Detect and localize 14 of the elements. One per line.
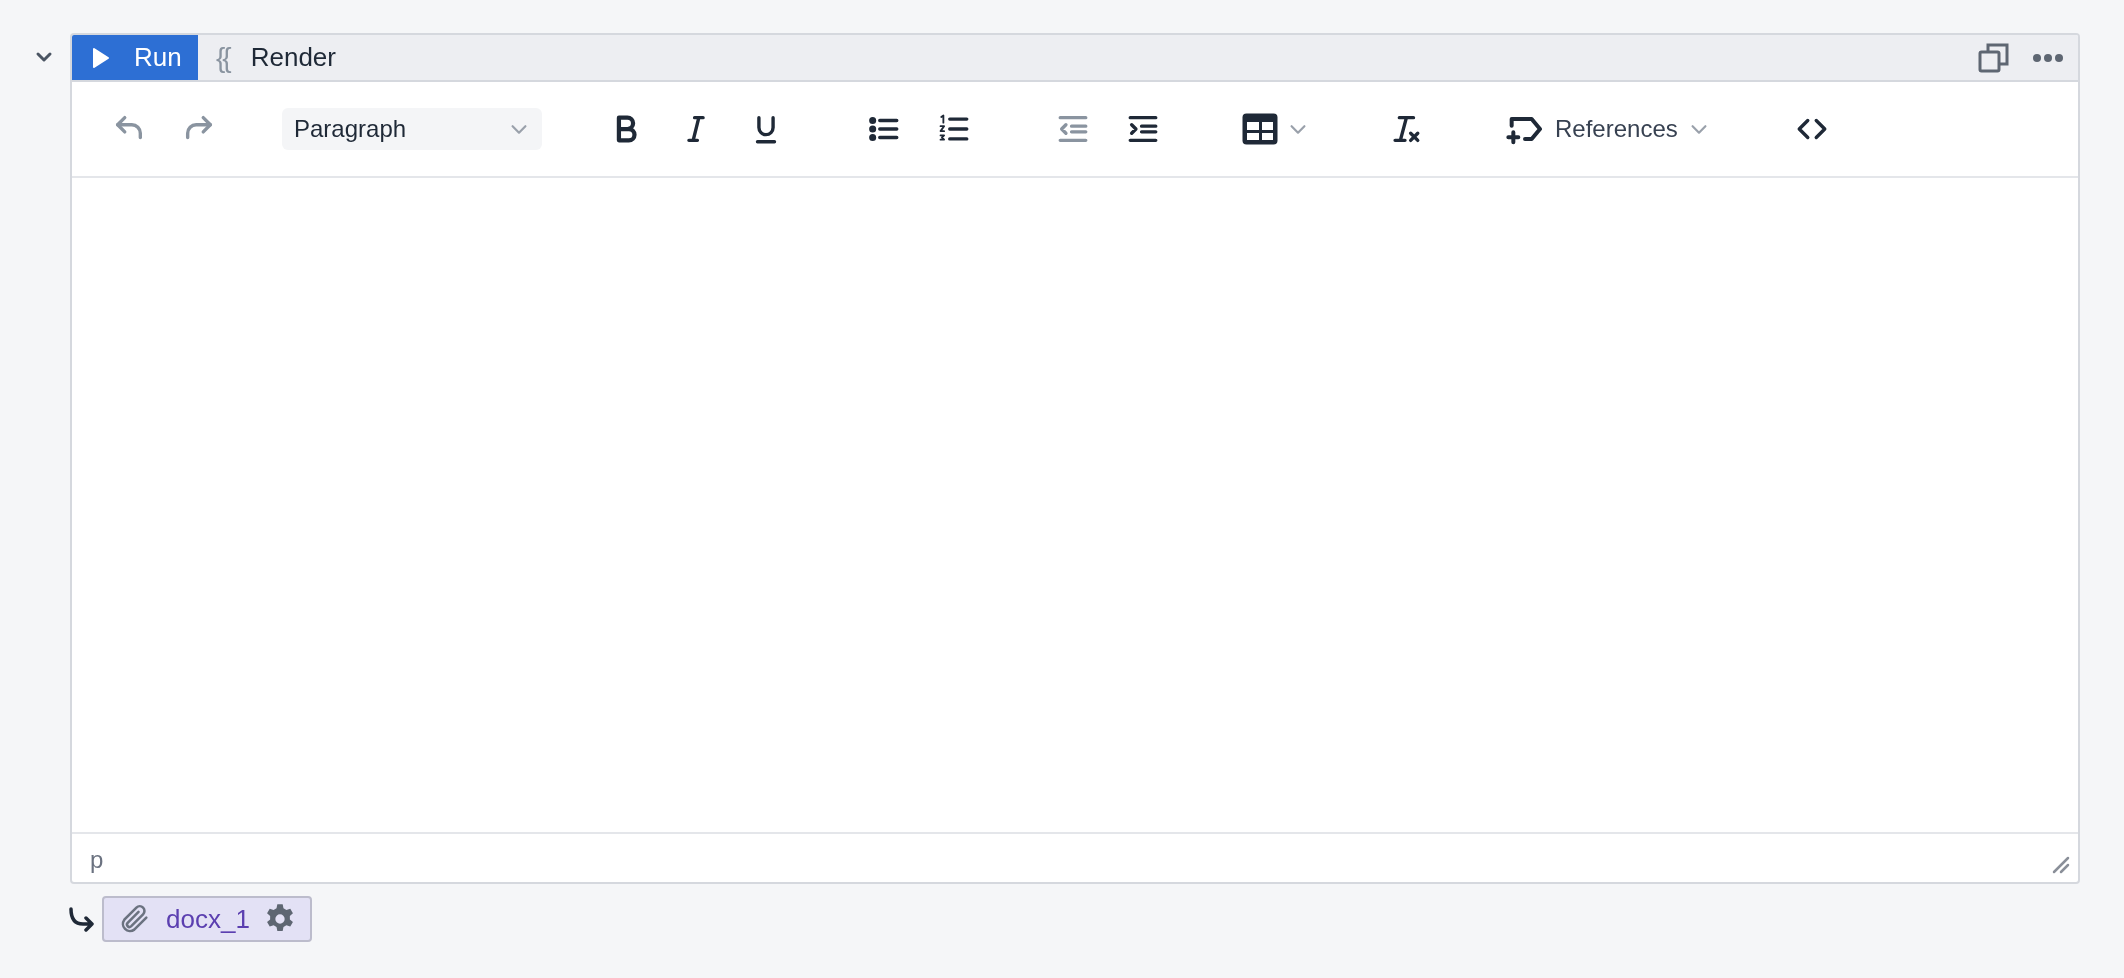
cell-title: Render (250, 41, 336, 74)
duplicate-icon[interactable] (1978, 41, 2010, 74)
template-mark: {{ (216, 40, 229, 75)
references-button[interactable]: References (1505, 103, 1710, 155)
attachment-name: docx_1 (166, 902, 250, 936)
more-options-icon[interactable] (2032, 52, 2064, 63)
table-icon (1241, 112, 1279, 146)
element-path: p (90, 845, 104, 875)
play-icon (92, 46, 110, 69)
run-button[interactable]: Run (72, 35, 198, 80)
resize-handle-icon[interactable] (2052, 856, 2070, 874)
return-arrow-icon (68, 906, 96, 932)
attachment-chip[interactable]: docx_1 (102, 896, 312, 942)
block-format-select[interactable]: Paragraph (282, 108, 542, 150)
